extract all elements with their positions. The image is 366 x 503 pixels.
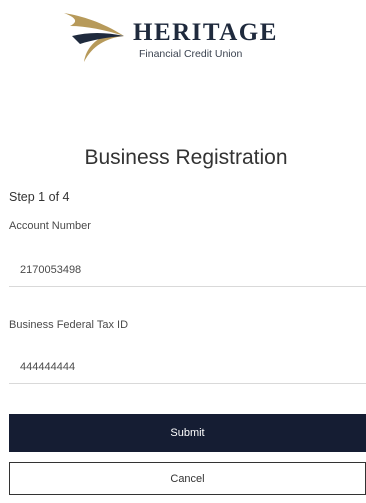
heritage-logo: HERITAGE Financial Credit Union (62, 10, 302, 70)
page-title: Business Registration (84, 146, 288, 169)
tax-id-input[interactable] (9, 350, 366, 384)
account-number-input[interactable] (9, 253, 366, 287)
heritage-swoosh-logo-icon (64, 13, 124, 62)
brand-subtitle: Financial Credit Union (139, 48, 243, 60)
brand-name: HERITAGE (133, 19, 278, 46)
account-number-label: Account Number (9, 220, 91, 232)
tax-id-label: Business Federal Tax ID (9, 319, 129, 331)
step-indicator: Step 1 of 4 (9, 190, 70, 204)
cancel-button[interactable]: Cancel (9, 462, 366, 495)
submit-button[interactable]: Submit (9, 414, 366, 452)
